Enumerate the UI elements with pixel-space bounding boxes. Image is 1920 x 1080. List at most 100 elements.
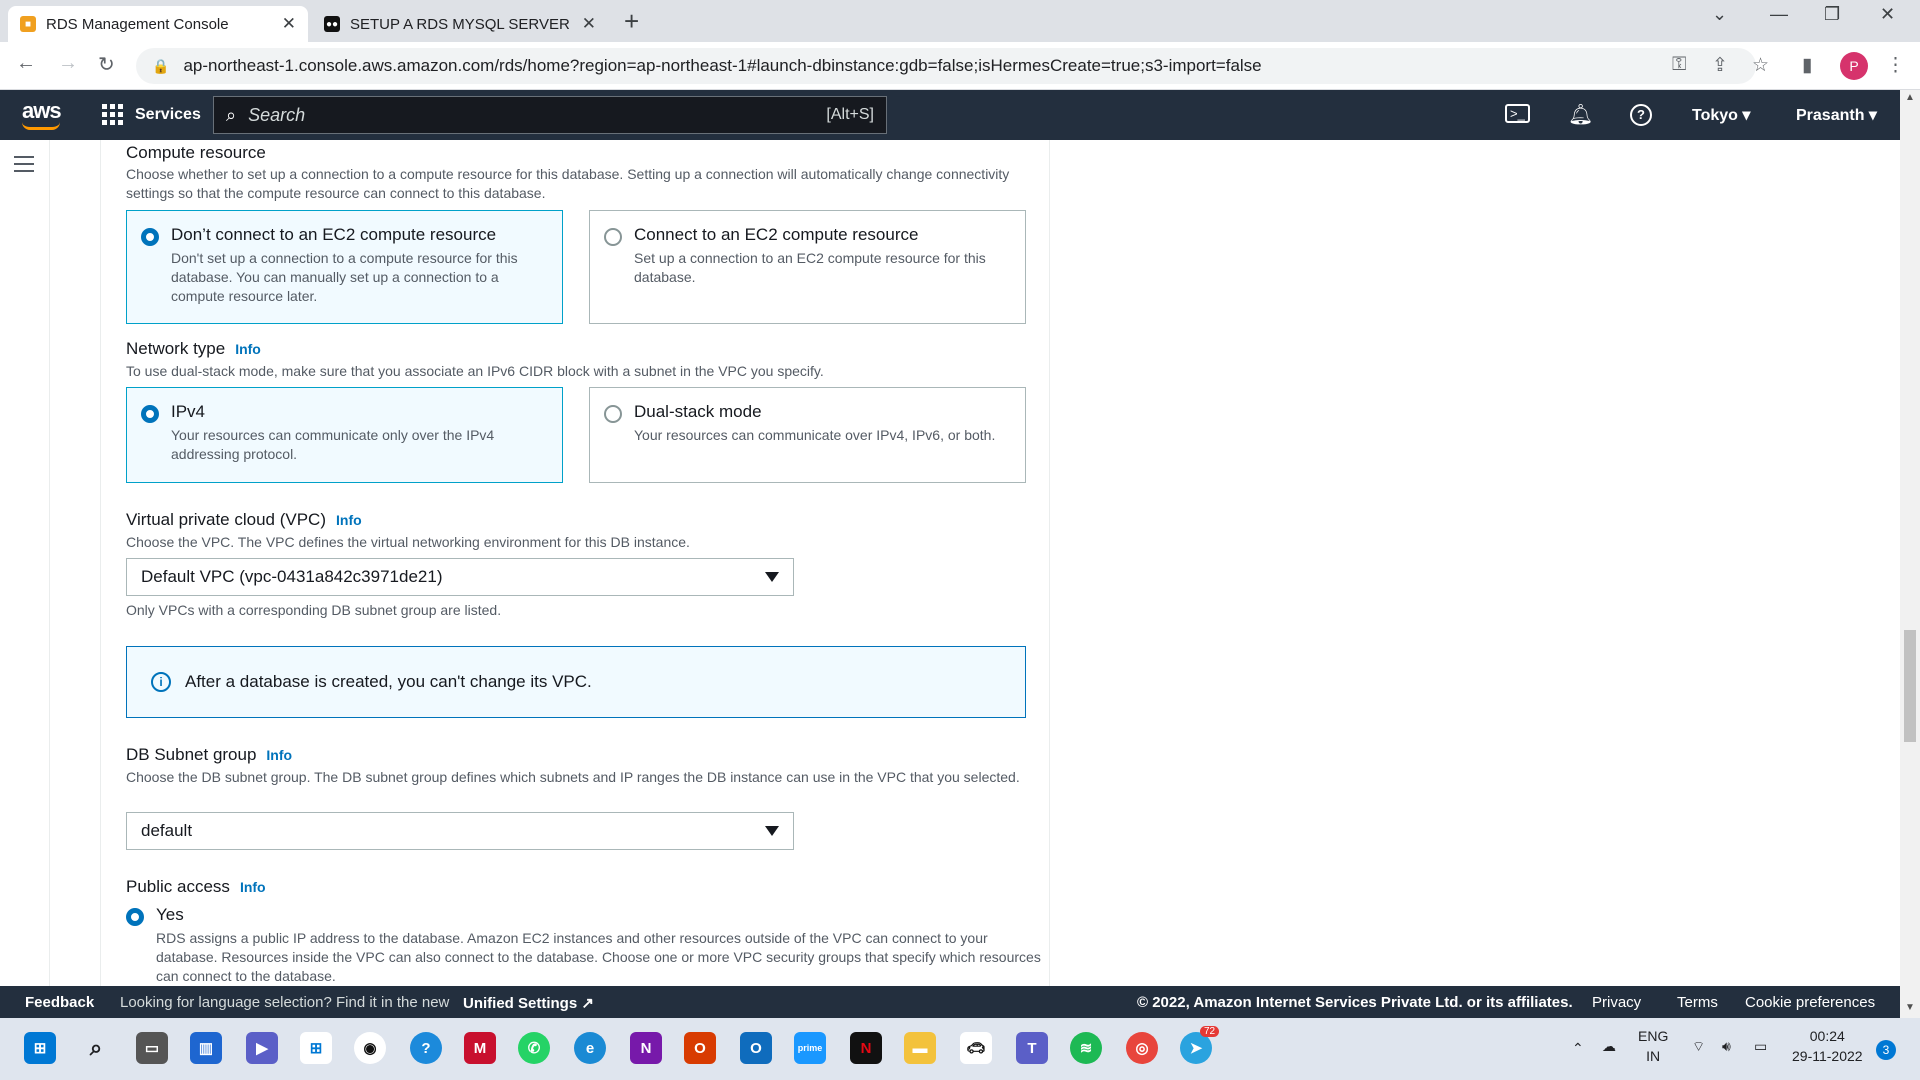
whatsapp-icon[interactable]: ✆ bbox=[518, 1032, 550, 1064]
close-icon[interactable]: ✕ bbox=[282, 14, 296, 34]
netflix-icon[interactable]: N bbox=[850, 1032, 882, 1064]
new-tab-button[interactable]: + bbox=[624, 6, 639, 37]
radio-selected[interactable] bbox=[126, 908, 144, 926]
vpc-select[interactable]: Default VPC (vpc-0431a842c3971de21) bbox=[126, 558, 794, 596]
vpc-info-alert: i After a database is created, you can't… bbox=[126, 646, 1026, 718]
more-menu-icon[interactable]: ⋮ bbox=[1886, 54, 1905, 77]
tab-search-icon[interactable]: ⌄ bbox=[1712, 4, 1727, 25]
url-field[interactable]: 🔒 ap-northeast-1.console.aws.amazon.com/… bbox=[136, 48, 1756, 84]
onedrive-icon[interactable]: ☁︎ bbox=[1602, 1036, 1616, 1056]
back-button[interactable]: ← bbox=[16, 52, 36, 75]
window-close-button[interactable]: ✕ bbox=[1880, 4, 1895, 25]
option-desc: Don't set up a connection to a compute r… bbox=[171, 250, 518, 304]
teams-icon[interactable]: T bbox=[1016, 1032, 1048, 1064]
option-title: IPv4 bbox=[171, 402, 206, 421]
restore-button[interactable]: ❐ bbox=[1824, 4, 1840, 25]
aws-logo[interactable]: aws bbox=[22, 98, 62, 130]
caret-down-icon bbox=[765, 826, 779, 836]
key-icon[interactable]: ⚿ bbox=[1672, 54, 1686, 76]
wifi-icon[interactable]: ⌔ bbox=[1692, 1036, 1705, 1056]
public-access-label: Public access bbox=[126, 877, 230, 896]
option-title: Dual-stack mode bbox=[634, 402, 762, 421]
option-title: Don’t connect to an EC2 compute resource bbox=[171, 225, 497, 244]
network-type-desc: To use dual-stack mode, make sure that y… bbox=[126, 363, 824, 379]
network-type-label: Network type bbox=[126, 339, 226, 358]
reload-button[interactable]: ↻ bbox=[98, 52, 115, 77]
scrollbar-thumb[interactable] bbox=[1904, 630, 1916, 742]
right-gutter bbox=[1051, 140, 1900, 986]
radio-unselected[interactable] bbox=[604, 228, 622, 246]
region-selector[interactable]: Tokyo ▾ bbox=[1692, 105, 1750, 125]
privacy-link[interactable]: Privacy bbox=[1592, 994, 1641, 1011]
menu-icon[interactable] bbox=[14, 156, 34, 177]
vpc-info-link[interactable]: Info bbox=[336, 512, 362, 528]
store-icon[interactable]: ⊞ bbox=[300, 1032, 332, 1064]
public-access-info-link[interactable]: Info bbox=[240, 879, 266, 895]
profile-avatar[interactable]: P bbox=[1840, 52, 1868, 80]
search-input[interactable]: ⌕ Search [Alt+S] bbox=[213, 96, 887, 134]
subnet-heading: DB Subnet group Info bbox=[126, 745, 292, 765]
show-hidden-icons[interactable]: ⌃ bbox=[1572, 1038, 1584, 1058]
yes-label: Yes bbox=[156, 905, 184, 924]
cookie-preferences-link[interactable]: Cookie preferences bbox=[1745, 994, 1875, 1011]
battery-icon[interactable]: ▭ bbox=[1754, 1036, 1767, 1056]
chrome-icon[interactable]: ◎ bbox=[1126, 1032, 1158, 1064]
url-text: ap-northeast-1.console.aws.amazon.com/rd… bbox=[183, 56, 1262, 75]
spotify-icon[interactable]: ≋ bbox=[1070, 1032, 1102, 1064]
task-view-icon[interactable]: ▭ bbox=[136, 1032, 168, 1064]
page-scrollbar[interactable]: ▲ ▼ bbox=[1900, 90, 1920, 1018]
tab-medium-article[interactable]: ●● SETUP A RDS MYSQL SERVER IN ✕ bbox=[312, 6, 608, 42]
star-icon[interactable]: ☆ bbox=[1752, 54, 1769, 77]
search-placeholder: Search bbox=[248, 104, 306, 125]
subnet-selected-value: default bbox=[141, 821, 193, 840]
file-explorer-icon[interactable]: ▬ bbox=[904, 1032, 936, 1064]
subnet-info-link[interactable]: Info bbox=[266, 747, 292, 763]
github-icon[interactable]: ◉ bbox=[354, 1032, 386, 1064]
radio-unselected[interactable] bbox=[604, 405, 622, 423]
close-icon[interactable]: ✕ bbox=[582, 14, 596, 34]
scroll-down-icon[interactable]: ▼ bbox=[1905, 1002, 1915, 1013]
share-icon[interactable]: ⇪ bbox=[1712, 54, 1728, 77]
scroll-up-icon[interactable]: ▲ bbox=[1905, 92, 1915, 103]
tab-rds-console[interactable]: ■ RDS Management Console ✕ bbox=[8, 6, 308, 42]
services-menu-button[interactable]: Services bbox=[102, 104, 201, 125]
help-icon[interactable]: ? bbox=[1630, 104, 1652, 126]
tab-title: SETUP A RDS MYSQL SERVER IN bbox=[350, 15, 574, 33]
language-notice: Looking for language selection? Find it … bbox=[120, 994, 450, 1011]
help-app-icon[interactable]: ? bbox=[410, 1032, 442, 1064]
mcafee-icon[interactable]: M bbox=[464, 1032, 496, 1064]
radio-selected[interactable] bbox=[141, 228, 159, 246]
connect-ec2-option[interactable]: Connect to an EC2 compute resource Set u… bbox=[589, 210, 1026, 324]
minimize-button[interactable]: — bbox=[1770, 4, 1788, 25]
public-access-yes-option[interactable]: Yes RDS assigns a public IP address to t… bbox=[126, 905, 1046, 986]
terms-link[interactable]: Terms bbox=[1677, 994, 1718, 1011]
outlook-icon[interactable]: O bbox=[740, 1032, 772, 1064]
subnet-select[interactable]: default bbox=[126, 812, 794, 850]
side-panel-icon[interactable]: ▮ bbox=[1802, 54, 1812, 77]
chat-icon[interactable]: ▶ bbox=[246, 1032, 278, 1064]
onenote-icon[interactable]: N bbox=[630, 1032, 662, 1064]
search-icon[interactable]: ⌕ bbox=[80, 1032, 112, 1064]
lock-icon: 🔒 bbox=[152, 57, 170, 74]
language-indicator[interactable]: ENG IN bbox=[1638, 1026, 1668, 1066]
notification-count-badge[interactable]: 3 bbox=[1876, 1040, 1896, 1060]
clock[interactable]: 00:24 29-11-2022 bbox=[1792, 1026, 1863, 1066]
no-ec2-connection-option[interactable]: Don’t connect to an EC2 compute resource… bbox=[126, 210, 563, 324]
dual-stack-option[interactable]: Dual-stack mode Your resources can commu… bbox=[589, 387, 1026, 483]
volume-icon[interactable]: 🔊︎ bbox=[1722, 1036, 1731, 1056]
account-menu[interactable]: Prasanth ▾ bbox=[1796, 105, 1877, 125]
feedback-link[interactable]: Feedback bbox=[25, 994, 94, 1011]
notifications-bell-icon[interactable]: 🔔︎ bbox=[1568, 102, 1593, 127]
windows-start-icon[interactable]: ⊞ bbox=[24, 1032, 56, 1064]
car-app-icon[interactable]: 🚗︎ bbox=[960, 1032, 992, 1064]
office-icon[interactable]: O bbox=[684, 1032, 716, 1064]
ipv4-option[interactable]: IPv4 Your resources can communicate only… bbox=[126, 387, 563, 483]
unified-settings-link[interactable]: Unified Settings ↗ bbox=[463, 994, 594, 1012]
forward-button[interactable]: → bbox=[58, 52, 78, 75]
cloudshell-icon[interactable]: >_ bbox=[1505, 104, 1530, 123]
widgets-icon[interactable]: ▥ bbox=[190, 1032, 222, 1064]
edge-icon[interactable]: e bbox=[574, 1032, 606, 1064]
prime-video-icon[interactable]: prime bbox=[794, 1032, 826, 1064]
network-type-info-link[interactable]: Info bbox=[235, 341, 261, 357]
radio-selected[interactable] bbox=[141, 405, 159, 423]
